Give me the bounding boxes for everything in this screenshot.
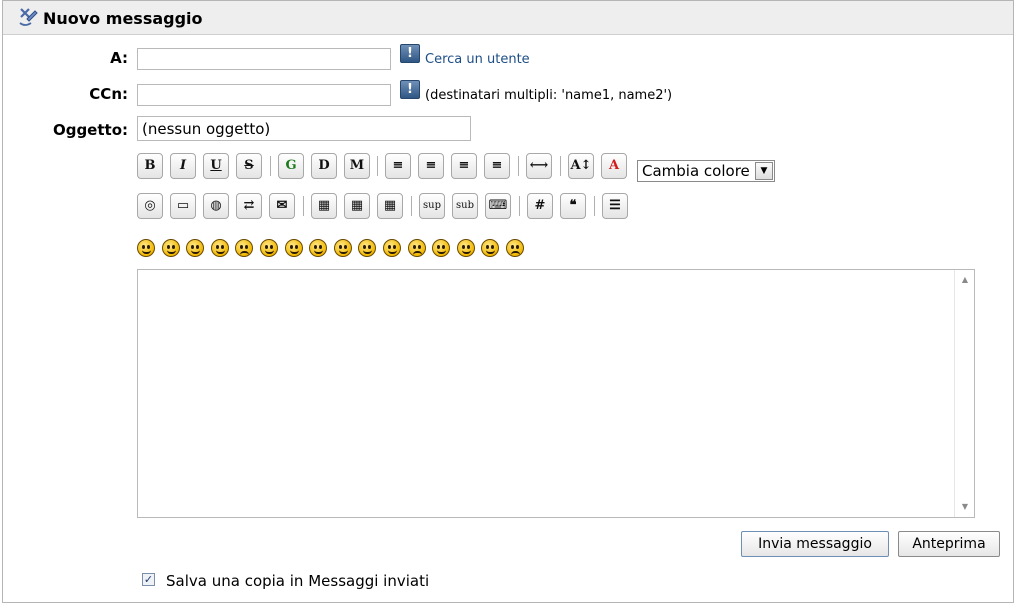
subject-label: Oggetto: bbox=[52, 121, 128, 139]
toolbar-separator bbox=[518, 156, 519, 176]
page-title: Nuovo messaggio bbox=[43, 9, 203, 28]
table-column-button[interactable]: ▦ bbox=[377, 193, 403, 219]
teletype-button[interactable]: ⌨ bbox=[485, 193, 511, 219]
message-scrollbar[interactable]: ▲ ▼ bbox=[954, 270, 974, 517]
chevron-down-icon[interactable]: ▼ bbox=[755, 162, 773, 180]
toolbar-separator bbox=[560, 156, 561, 176]
align-center-button[interactable]: ≡ bbox=[451, 153, 477, 179]
toolbar-separator bbox=[594, 196, 595, 216]
underline-button[interactable]: U bbox=[203, 153, 229, 179]
preformatted-button[interactable]: ≡ bbox=[385, 153, 411, 179]
smiley-icon[interactable] bbox=[161, 239, 180, 257]
hyperlink-button[interactable]: ◍ bbox=[203, 193, 229, 219]
scroll-up-icon[interactable]: ▲ bbox=[955, 272, 975, 288]
search-user-link[interactable]: Cerca un utente bbox=[425, 52, 530, 67]
to-input[interactable] bbox=[137, 48, 391, 70]
horizontal-rule-button[interactable]: ⟷ bbox=[526, 153, 552, 179]
save-copy-label: Salva una copia in Messaggi inviati bbox=[166, 572, 430, 590]
smiley-icon[interactable] bbox=[137, 239, 155, 257]
smiley-icon[interactable] bbox=[456, 239, 475, 257]
smiley-icon[interactable] bbox=[383, 239, 401, 257]
toolbar-separator bbox=[411, 196, 412, 216]
strikethrough-button[interactable]: S bbox=[236, 153, 262, 179]
preview-button[interactable]: Anteprima bbox=[898, 531, 1000, 557]
save-copy-checkbox[interactable]: ✓ bbox=[142, 573, 155, 586]
to-info-icon[interactable]: ! bbox=[400, 44, 420, 63]
subject-input[interactable] bbox=[137, 116, 471, 141]
toolbar-separator bbox=[270, 156, 271, 176]
formatting-toolbar-row-1: B I U S G D M ≡ ≡ ≡ ≡ ⟷ A↕ A bbox=[137, 153, 637, 181]
smiley-icon[interactable] bbox=[260, 239, 278, 257]
scroll-down-icon[interactable]: ▼ bbox=[955, 499, 975, 515]
align-right-button[interactable]: ≡ bbox=[484, 153, 510, 179]
color-select[interactable]: Cambia colore ▼ bbox=[637, 160, 775, 182]
message-textarea[interactable] bbox=[137, 269, 975, 518]
color-select-value: Cambia colore bbox=[642, 162, 750, 180]
compose-icon bbox=[19, 8, 38, 26]
align-left-button[interactable]: ≡ bbox=[418, 153, 444, 179]
smiley-icon[interactable] bbox=[407, 239, 426, 257]
toolbar-separator bbox=[303, 196, 304, 216]
ftp-link-button[interactable]: ⇄ bbox=[236, 193, 262, 219]
glow-button[interactable]: G bbox=[278, 153, 304, 179]
formatting-toolbar-row-2: ◎ ▭ ◍ ⇄ ✉ ▦ ▦ ▦ sup sub ⌨ # ❝ ☰ bbox=[137, 193, 637, 221]
table-row-button[interactable]: ▦ bbox=[344, 193, 370, 219]
code-button[interactable]: # bbox=[527, 193, 553, 219]
superscript-button[interactable]: sup bbox=[419, 193, 445, 219]
list-button[interactable]: ☰ bbox=[602, 193, 628, 219]
smiley-icon[interactable] bbox=[333, 239, 352, 257]
subscript-button[interactable]: sub bbox=[452, 193, 478, 219]
shadow-button[interactable]: D bbox=[311, 153, 337, 179]
flash-button[interactable]: ◎ bbox=[137, 193, 163, 219]
send-message-button[interactable]: Invia messaggio bbox=[741, 531, 889, 557]
bcc-input[interactable] bbox=[137, 84, 391, 106]
bcc-hint: (destinatari multipli: 'name1, name2') bbox=[425, 88, 673, 103]
italic-button[interactable]: I bbox=[170, 153, 196, 179]
toolbar-separator bbox=[519, 196, 520, 216]
quote-button[interactable]: ❝ bbox=[560, 193, 586, 219]
table-button[interactable]: ▦ bbox=[311, 193, 337, 219]
smiley-icon[interactable] bbox=[506, 239, 524, 257]
bold-button[interactable]: B bbox=[137, 153, 163, 179]
image-button[interactable]: ▭ bbox=[170, 193, 196, 219]
marquee-button[interactable]: M bbox=[344, 153, 370, 179]
toolbar-separator bbox=[377, 156, 378, 176]
font-size-button[interactable]: A↕ bbox=[568, 153, 594, 179]
panel-titlebar: Nuovo messaggio bbox=[3, 1, 1013, 35]
to-label: A: bbox=[110, 49, 128, 67]
email-link-button[interactable]: ✉ bbox=[269, 193, 295, 219]
bcc-info-icon[interactable]: ! bbox=[400, 80, 420, 99]
smiley-icon[interactable] bbox=[284, 239, 303, 257]
smiley-icon[interactable] bbox=[210, 239, 229, 257]
font-color-button[interactable]: A bbox=[601, 153, 627, 179]
bcc-label: CCn: bbox=[89, 85, 128, 103]
